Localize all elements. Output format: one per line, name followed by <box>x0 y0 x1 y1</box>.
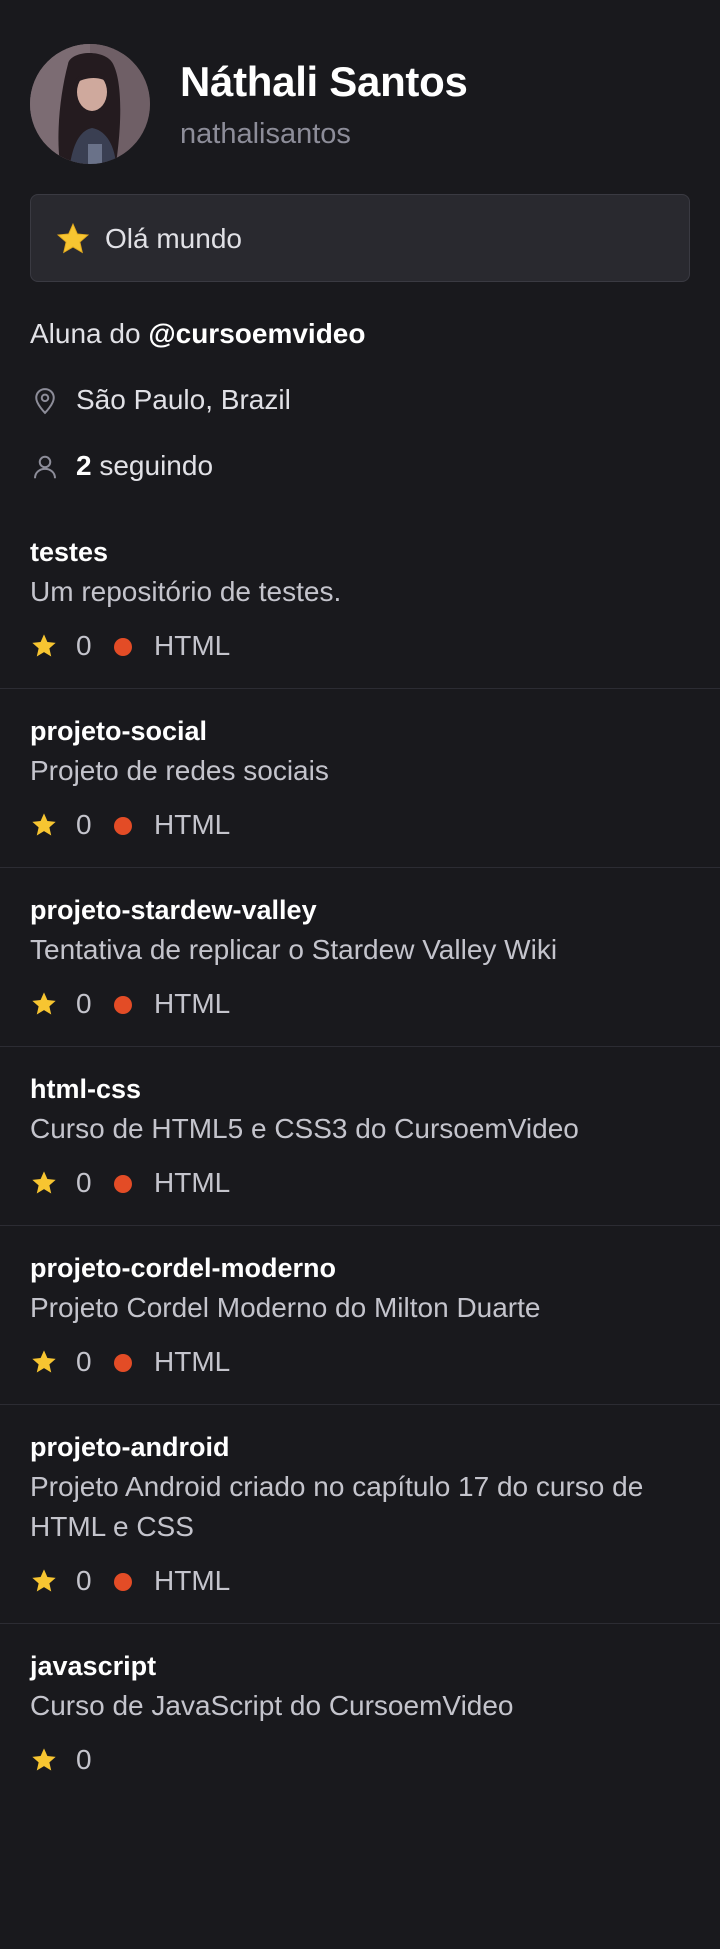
repo-item[interactable]: html-css Curso de HTML5 e CSS3 do Cursoe… <box>0 1047 720 1226</box>
language-dot-icon <box>114 1354 132 1372</box>
profile-bio: Aluna do @cursoemvideo <box>30 318 365 350</box>
repo-stats: 0 HTML <box>30 1561 690 1601</box>
language-dot-icon <box>114 996 132 1014</box>
repo-item[interactable]: projeto-social Projeto de redes sociais … <box>0 689 720 868</box>
map-pin-icon <box>35 388 55 415</box>
star-icon <box>32 813 56 836</box>
status-text: Olá mundo <box>105 223 242 254</box>
language-name: HTML <box>154 988 231 1019</box>
star-count: 0 <box>76 1744 92 1775</box>
repo-description: Um repositório de testes. <box>30 576 342 607</box>
location-text: São Paulo, Brazil <box>76 384 291 415</box>
language-name: HTML <box>154 1346 231 1377</box>
star-icon <box>32 1171 56 1194</box>
repo-name[interactable]: javascript <box>30 1648 690 1684</box>
following-text: 2 seguindo <box>76 450 213 482</box>
avatar[interactable] <box>30 44 150 164</box>
star-icon <box>32 1748 56 1771</box>
repo-description: Projeto Android criado no capítulo 17 do… <box>30 1471 644 1542</box>
repo-description: Tentativa de replicar o Stardew Valley W… <box>30 934 558 965</box>
repo-name[interactable]: projeto-stardew-valley <box>30 892 690 928</box>
repo-stats: 0 HTML <box>30 805 690 845</box>
star-icon <box>32 634 56 657</box>
repo-description: Curso de HTML5 e CSS3 do CursoemVideo <box>30 1113 579 1144</box>
following-count: 2 <box>76 450 92 481</box>
bio-text: Aluna do <box>30 318 149 349</box>
repo-item[interactable]: projeto-cordel-moderno Projeto Cordel Mo… <box>0 1226 720 1405</box>
star-count: 0 <box>76 809 92 840</box>
star-count: 0 <box>76 1167 92 1198</box>
profile-name: Náthali Santos <box>180 58 468 105</box>
repo-item[interactable]: projeto-stardew-valley Tentativa de repl… <box>0 868 720 1047</box>
repo-stats: 0 HTML <box>30 1163 690 1203</box>
repo-description: Projeto de redes sociais <box>30 755 329 786</box>
language-name: HTML <box>154 1565 231 1596</box>
profile-header: Náthali Santos nathalisantos <box>30 44 690 164</box>
repo-name[interactable]: testes <box>30 534 690 570</box>
repo-name[interactable]: projeto-social <box>30 713 690 749</box>
repo-item[interactable]: testes Um repositório de testes. 0 HTML <box>0 510 720 689</box>
repo-description: Projeto Cordel Moderno do Milton Duarte <box>30 1292 541 1323</box>
repo-name[interactable]: html-css <box>30 1071 690 1107</box>
repo-name[interactable]: projeto-android <box>30 1429 690 1465</box>
status-box: Olá mundo <box>30 194 690 282</box>
repo-description: Curso de JavaScript do CursoemVideo <box>30 1690 514 1721</box>
repo-item[interactable]: javascript Curso de JavaScript do Cursoe… <box>0 1624 720 1802</box>
repo-list: testes Um repositório de testes. 0 HTML … <box>0 510 720 1802</box>
repo-stats: 0 <box>30 1740 690 1780</box>
star-icon <box>56 222 90 254</box>
person-icon <box>34 455 56 479</box>
profile-username[interactable]: nathalisantos <box>180 118 351 151</box>
bio-mention-link[interactable]: @cursoemvideo <box>148 318 365 349</box>
repo-stats: 0 HTML <box>30 984 690 1024</box>
language-name: HTML <box>154 1167 231 1198</box>
language-dot-icon <box>114 1175 132 1193</box>
star-icon <box>32 1569 56 1592</box>
star-count: 0 <box>76 630 92 661</box>
star-icon <box>32 992 56 1015</box>
user-avatar-photo-icon <box>30 44 150 164</box>
following-label: seguindo <box>91 450 214 481</box>
repo-stats: 0 HTML <box>30 1342 690 1382</box>
repo-item[interactable]: projeto-android Projeto Android criado n… <box>0 1405 720 1624</box>
repo-stats: 0 HTML <box>30 626 690 666</box>
language-dot-icon <box>114 638 132 656</box>
star-count: 0 <box>76 1346 92 1377</box>
language-name: HTML <box>154 809 231 840</box>
profile-page: Náthali Santos nathalisantos Olá mundo A… <box>0 0 720 1949</box>
repo-name[interactable]: projeto-cordel-moderno <box>30 1250 690 1286</box>
star-count: 0 <box>76 988 92 1019</box>
language-dot-icon <box>114 817 132 835</box>
language-name: HTML <box>154 630 231 661</box>
language-dot-icon <box>114 1573 132 1591</box>
star-count: 0 <box>76 1565 92 1596</box>
star-icon <box>32 1350 56 1373</box>
